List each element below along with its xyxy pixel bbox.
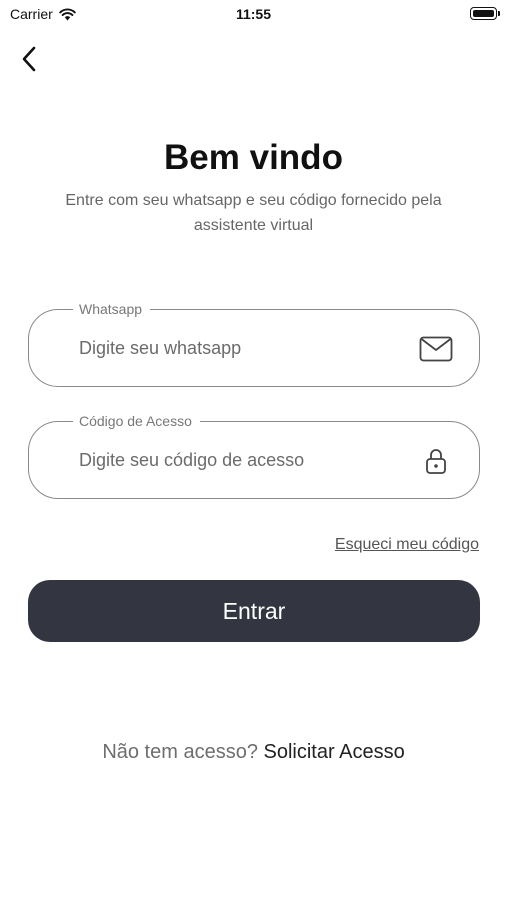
whatsapp-label: Whatsapp bbox=[73, 300, 151, 318]
whatsapp-input[interactable] bbox=[79, 334, 399, 362]
envelope-icon bbox=[419, 334, 453, 364]
status-time: 11:55 bbox=[235, 6, 272, 22]
lock-icon bbox=[419, 446, 453, 476]
no-access-text: Não tem acesso? bbox=[102, 741, 258, 763]
forgot-code-link[interactable]: Esqueci meu código bbox=[335, 536, 479, 554]
access-code-input[interactable] bbox=[79, 446, 399, 474]
access-code-field: Código de Acesso bbox=[28, 412, 480, 499]
chevron-left-icon bbox=[22, 46, 36, 72]
enter-button[interactable]: Entrar bbox=[28, 580, 480, 642]
battery-icon bbox=[470, 7, 500, 20]
back-button[interactable] bbox=[14, 44, 44, 74]
request-access-footer: Não tem acesso? Solicitar Acesso bbox=[0, 741, 507, 764]
access-code-label: Código de Acesso bbox=[73, 412, 200, 430]
request-access-link[interactable]: Solicitar Acesso bbox=[264, 741, 405, 763]
page-subtitle: Entre com seu whatsapp e seu código forn… bbox=[65, 192, 442, 234]
status-bar: Carrier 11:55 bbox=[0, 0, 507, 28]
whatsapp-field: Whatsapp bbox=[28, 300, 480, 387]
page-title: Bem vindo bbox=[164, 138, 343, 177]
